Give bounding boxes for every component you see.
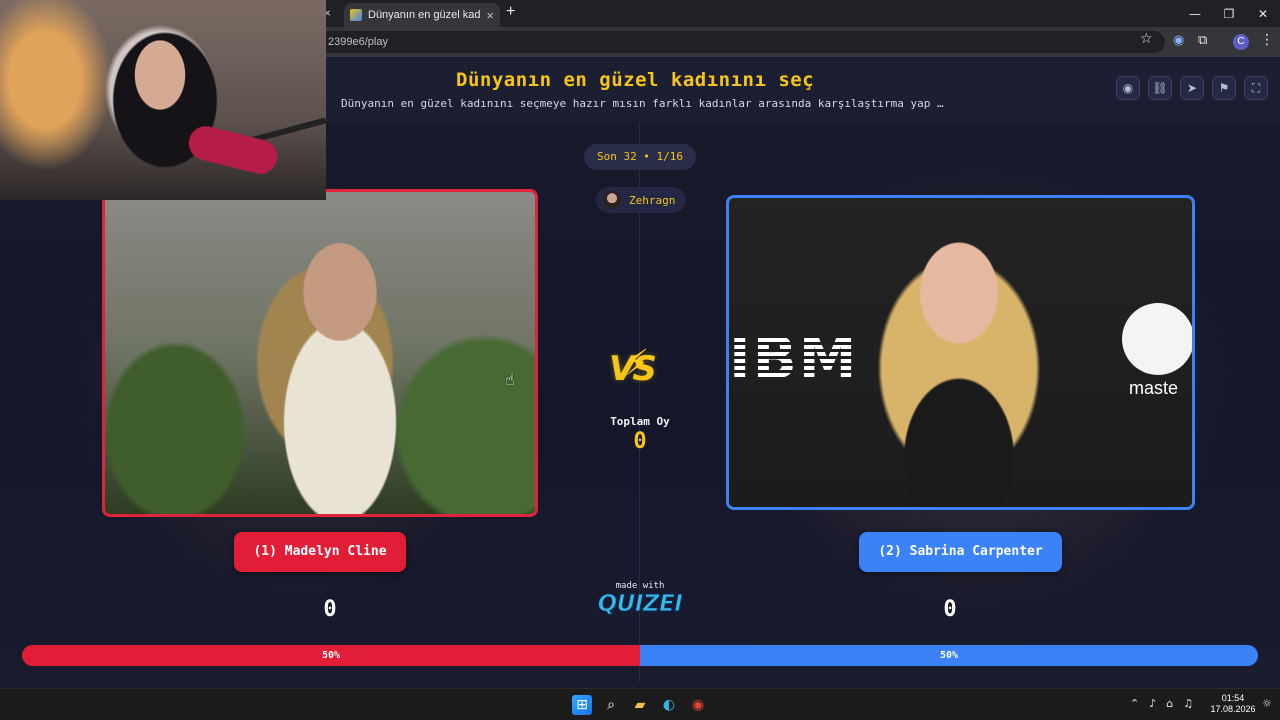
bookmark-star-icon[interactable]: ☆ <box>1140 31 1153 47</box>
left-candidate-photo[interactable] <box>102 189 538 517</box>
right-vote-bar: 50% <box>640 645 1258 666</box>
lightning-icon: ⚡ <box>624 343 650 384</box>
clock-date: 17.08.2026 <box>1210 704 1256 714</box>
browser-menu-icon[interactable]: ⋮ <box>1260 32 1274 48</box>
extensions-puzzle-icon[interactable]: ⧉ <box>1198 33 1207 48</box>
header-actions: ◉ ⛓ ➤ ⚑ ⛶ <box>1116 76 1268 100</box>
photo-backdrop-brand-text: maste <box>1129 378 1179 398</box>
os-taskbar: ⊞ ⌕ ▰ ◐ ◉ ⌃ ♪ ⌂ ♫ 01:54 17.08.2026 ☼ <box>0 688 1280 720</box>
send-icon[interactable]: ➤ <box>1180 76 1204 100</box>
eye-icon[interactable]: ◉ <box>1116 76 1140 100</box>
url-input[interactable]: 2399e6/play <box>300 31 1165 53</box>
vote-progress-bar: 50% 50% <box>22 645 1258 666</box>
fullscreen-icon[interactable]: ⛶ <box>1244 76 1268 100</box>
browser-tab-active[interactable]: Dünyanın en güzel kadınını seç × <box>344 3 500 27</box>
webcam-overlay <box>0 0 326 200</box>
file-explorer-icon[interactable]: ▰ <box>630 695 650 715</box>
tab-close-icon[interactable]: × <box>486 8 494 23</box>
host-name: Zehragn <box>629 193 676 207</box>
notification-bell-icon[interactable]: ☼ <box>1262 697 1272 710</box>
taskbar-clock[interactable]: 01:54 17.08.2026 <box>1210 693 1256 715</box>
volume-icon[interactable]: ♫ <box>1183 697 1193 710</box>
host-avatar <box>603 191 621 209</box>
host-badge: Zehragn <box>596 187 686 213</box>
right-score: 0 <box>943 597 957 622</box>
vote-left-button[interactable]: (1) Madelyn Cline <box>234 532 406 572</box>
left-vote-bar: 50% <box>22 645 640 666</box>
microphone-tray-icon[interactable]: ♪ <box>1149 697 1156 710</box>
microphone-icon <box>185 122 281 178</box>
edge-icon[interactable]: ◐ <box>659 695 679 715</box>
taskbar-apps: ⊞ ⌕ ▰ ◐ ◉ <box>572 695 708 715</box>
minimize-icon[interactable]: — <box>1178 0 1212 27</box>
left-score: 0 <box>323 597 337 622</box>
photo-backdrop-logo-text: IBM <box>729 324 859 392</box>
quizei-logo[interactable]: QUIZEI <box>595 591 685 618</box>
mouse-cursor-icon: ☝ <box>505 370 515 389</box>
photo-backdrop-circle <box>1122 303 1192 375</box>
window-controls: — ❐ ✕ <box>1178 0 1280 27</box>
vote-right-button[interactable]: (2) Sabrina Carpenter <box>859 532 1062 572</box>
restore-icon[interactable]: ❐ <box>1212 0 1246 27</box>
right-candidate-photo[interactable]: IBM maste <box>726 195 1195 510</box>
page-subtitle: Dünyanın en güzel kadınını seçmeye hazır… <box>341 97 944 110</box>
tab-title: Dünyanın en güzel kadınını seç <box>368 9 481 21</box>
search-icon[interactable]: ⌕ <box>601 695 621 715</box>
close-window-icon[interactable]: ✕ <box>1246 0 1280 27</box>
total-votes-value: 0 <box>633 429 647 454</box>
extension-icon[interactable]: ◉ <box>1173 33 1184 48</box>
profile-avatar[interactable]: C <box>1233 34 1249 50</box>
flag-icon[interactable]: ⚑ <box>1212 76 1236 100</box>
total-votes-label: Toplam Oy <box>610 415 670 428</box>
windows-start-icon[interactable]: ⊞ <box>572 695 592 715</box>
new-tab-button[interactable]: + <box>506 3 515 21</box>
clock-time: 01:54 <box>1221 693 1245 703</box>
chevron-up-icon[interactable]: ⌃ <box>1130 697 1139 710</box>
tab-favicon-icon <box>350 9 362 21</box>
made-with-label: made with <box>615 581 665 591</box>
page-title: Dünyanın en güzel kadınını seç <box>456 69 815 91</box>
chrome-icon[interactable]: ◉ <box>688 695 708 715</box>
link-icon[interactable]: ⛓ <box>1148 76 1172 100</box>
system-tray: ⌃ ♪ ⌂ ♫ <box>1130 697 1193 710</box>
round-badge: Son 32 • 1/16 <box>584 144 696 170</box>
network-icon[interactable]: ⌂ <box>1166 697 1173 710</box>
